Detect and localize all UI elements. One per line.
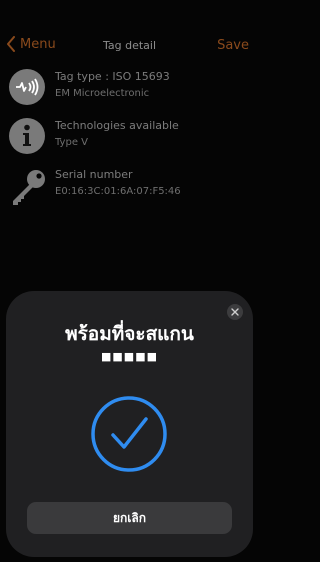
scan-title: พร้อมที่จะสแกน xyxy=(65,323,194,345)
navigation-bar: Menu Tag detail Save xyxy=(0,0,259,70)
info-icon xyxy=(9,118,45,154)
scan-progress: ■■■■■ xyxy=(101,350,158,363)
tag-type-label: Tag type : ISO 15693 xyxy=(55,70,170,83)
serial-number-label: Serial number xyxy=(55,168,133,181)
serial-number-row: Serial number E0:16:3C:01:6A:07:F5:46 xyxy=(0,163,259,211)
close-icon xyxy=(231,308,239,316)
technologies-label: Technologies available xyxy=(55,119,179,132)
serial-number-value: E0:16:3C:01:6A:07:F5:46 xyxy=(55,186,181,197)
scan-sheet: พร้อมที่จะสแกน ■■■■■ ยกเลิก xyxy=(6,291,253,557)
tag-type-value: EM Microelectronic xyxy=(55,88,150,99)
checkmark-circle-icon xyxy=(91,396,167,472)
tag-type-row: Tag type : ISO 15693 EM Microelectronic xyxy=(0,65,259,113)
technologies-row: Technologies available Type V xyxy=(0,114,259,162)
nfc-wave-icon xyxy=(9,69,45,105)
cancel-button[interactable]: ยกเลิก xyxy=(27,502,232,534)
close-button[interactable] xyxy=(227,304,243,320)
key-icon xyxy=(9,167,45,205)
technologies-value: Type V xyxy=(55,137,88,148)
save-button[interactable]: Save xyxy=(217,38,249,53)
